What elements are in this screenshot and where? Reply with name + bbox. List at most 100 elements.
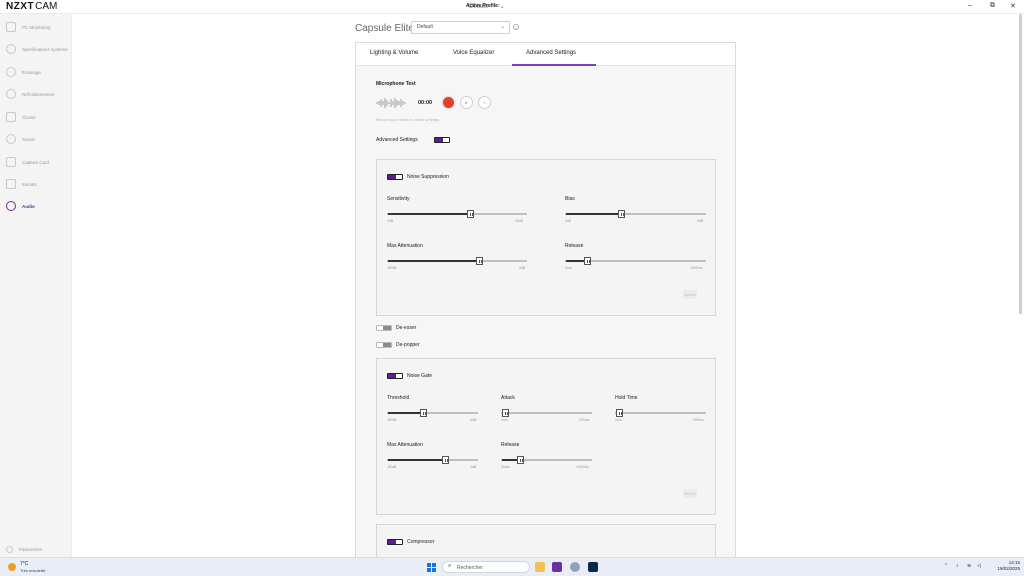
range-min: 50ms — [501, 465, 510, 469]
de-popper-label: De-popper — [396, 342, 420, 348]
slider-thumb[interactable] — [467, 210, 474, 218]
device-name: Capsule Elite — [355, 23, 414, 34]
headset-icon — [6, 201, 16, 211]
sidebar-item-settings[interactable]: Paramètres — [0, 542, 72, 556]
slider-fill — [388, 260, 480, 262]
sidebar-item-lighting[interactable]: Éclairage — [0, 65, 72, 79]
slider-thumb[interactable] — [517, 456, 524, 464]
active-profile-label: Active Profile: — [466, 3, 500, 9]
range-min: -80dB — [387, 266, 397, 270]
bias-label: Bias — [565, 196, 575, 202]
sidebar-item-audio[interactable]: Audio — [0, 199, 72, 213]
slider-thumb[interactable] — [502, 409, 509, 417]
release-slider[interactable] — [565, 257, 706, 265]
settings-gear-icon[interactable] — [570, 562, 580, 572]
compressor-toggle[interactable] — [387, 539, 403, 545]
range-max: 200ms — [693, 418, 704, 422]
compressor-label: Compressor — [407, 539, 435, 545]
noise-gate-toggle[interactable] — [387, 373, 403, 379]
tab-advanced-settings[interactable]: Advanced Settings — [526, 50, 576, 56]
sidebar-item-system-specs[interactable]: Spécifications système — [0, 42, 72, 56]
info-icon[interactable]: i — [513, 24, 519, 30]
eye-icon — [6, 44, 16, 54]
advanced-settings-toggle[interactable] — [434, 137, 450, 143]
sidebar-item-keyboard[interactable]: Clavier — [0, 110, 72, 124]
sidebar-item-label: Paramètres — [19, 546, 43, 552]
range-min: 0ms — [565, 266, 572, 270]
sidebar: PC Monitoring Spécifications système Écl… — [0, 14, 72, 557]
advanced-settings-label: Advanced Settings — [376, 137, 418, 143]
mic-test-title: Microphone Test — [376, 81, 416, 87]
attack-slider[interactable] — [501, 409, 592, 417]
logo-light: CAM — [35, 1, 58, 12]
speaker-icon[interactable]: ◁ — [977, 563, 981, 569]
device-profile-select[interactable]: Default ⌄ — [411, 21, 510, 34]
noise-suppression-reset-button[interactable]: Initialis — [683, 290, 698, 299]
sidebar-item-pc-monitoring[interactable]: PC Monitoring — [0, 20, 72, 34]
gate-max-attenuation-slider[interactable] — [387, 456, 478, 464]
slider-thumb[interactable] — [584, 257, 591, 265]
close-button[interactable]: ✕ — [1010, 2, 1016, 10]
max-attenuation-slider[interactable] — [387, 257, 527, 265]
photoshop-icon[interactable] — [588, 562, 598, 572]
noise-gate-reset-button[interactable]: Initialis — [683, 489, 698, 498]
tab-voice-equalizer[interactable]: Voice Equalizer — [453, 50, 494, 56]
de-popper-toggle[interactable] — [376, 342, 392, 348]
wifi-icon[interactable]: ≋ — [967, 563, 971, 569]
noise-gate-card: Noise Gate Threshold -80dB -5dB Attack 0… — [376, 358, 716, 515]
minimize-button[interactable]: – — [968, 2, 972, 9]
chart-line-icon — [6, 22, 16, 32]
slider-thumb[interactable] — [442, 456, 449, 464]
sidebar-item-label: Spécifications système — [22, 46, 68, 52]
range-max: 1000ms — [690, 266, 703, 270]
vertical-scrollbar[interactable] — [1019, 14, 1022, 314]
taskbar-search-box[interactable]: ⌕ Rechercher — [442, 561, 530, 573]
sensitivity-slider[interactable] — [387, 210, 527, 218]
logo-bold: NZXT — [6, 1, 35, 12]
noise-suppression-card: Noise Suppression Sensitivity 0dB 40dB B… — [376, 159, 716, 316]
de-esser-toggle[interactable] — [376, 325, 392, 331]
file-explorer-icon[interactable] — [535, 562, 545, 572]
play-button[interactable]: ▶ — [460, 96, 473, 109]
range-min: 0ms — [615, 418, 622, 422]
slider-thumb[interactable] — [420, 409, 427, 417]
microphone-icon[interactable]: ♪ — [956, 563, 959, 569]
slider-thumb[interactable] — [618, 210, 625, 218]
threshold-slider[interactable] — [387, 409, 478, 417]
range-min: -80dB — [387, 418, 397, 422]
search-icon: ⌕ — [448, 563, 452, 569]
tray-chevron-up-icon[interactable]: ⌃ — [944, 563, 948, 569]
monitor-icon — [6, 179, 16, 189]
active-tab-indicator — [512, 64, 596, 66]
restore-button[interactable]: ⧉ — [990, 2, 995, 10]
reset-button[interactable]: ↻ — [478, 96, 491, 109]
release-label: Release — [565, 243, 584, 249]
slider-thumb[interactable] — [476, 257, 483, 265]
hold-time-slider[interactable] — [615, 409, 706, 417]
sidebar-item-label: Audio — [22, 203, 35, 209]
bias-slider[interactable] — [565, 210, 706, 218]
tab-lighting-volume[interactable]: Lighting & Volume — [370, 50, 418, 56]
nzxt-cam-taskbar-icon[interactable] — [552, 562, 562, 572]
sidebar-item-mouse[interactable]: Souris — [0, 132, 72, 146]
sidebar-item-label: Monitor — [22, 181, 38, 187]
range-max: 40dB — [515, 219, 524, 223]
slider-thumb[interactable] — [616, 409, 623, 417]
system-clock[interactable]: 14:15 19/02/2025 — [986, 560, 1020, 572]
noise-suppression-toggle[interactable] — [387, 174, 403, 180]
sidebar-item-capture-card[interactable]: Capture Card — [0, 155, 72, 169]
range-max: 0dB — [470, 465, 477, 469]
keyboard-icon — [6, 112, 16, 122]
windows-start-icon[interactable] — [427, 563, 436, 572]
active-profile-selector[interactable]: Active Profile: Default ⌄ — [466, 3, 505, 10]
range-min: 0ms — [501, 418, 508, 422]
record-button[interactable] — [442, 96, 455, 109]
weather-sun-icon[interactable] — [8, 563, 16, 571]
sidebar-item-cooling[interactable]: Refroidissement — [0, 87, 72, 101]
sidebar-item-monitor[interactable]: Monitor — [0, 177, 72, 191]
recording-timer: 00:00 — [418, 100, 433, 106]
sidebar-item-label: Clavier — [22, 114, 37, 120]
title-bar: NZXTCAM Active Profile: Default ⌄ – ⧉ ✕ — [0, 0, 1024, 14]
gate-release-slider[interactable] — [501, 456, 592, 464]
range-max: -5dB — [469, 418, 477, 422]
